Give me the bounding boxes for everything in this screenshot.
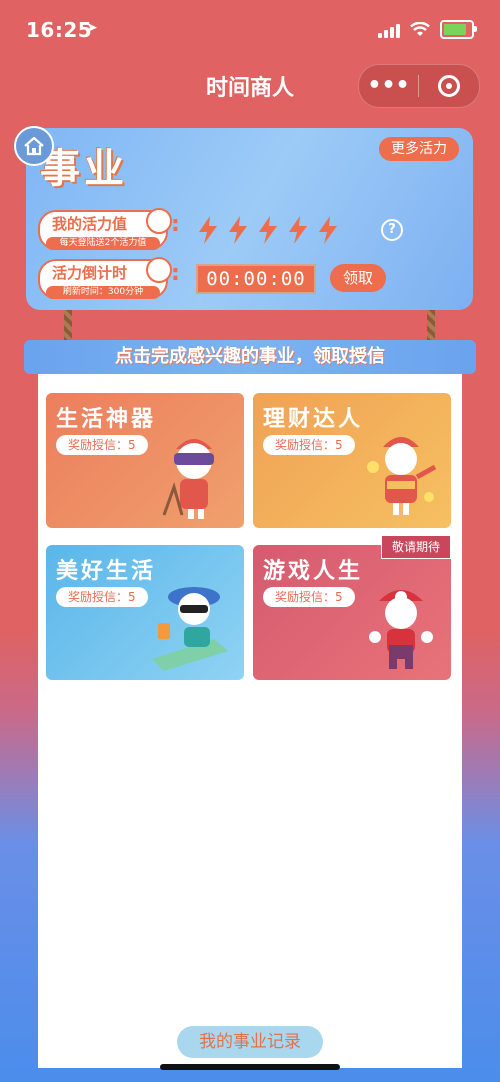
rope-decoration (427, 310, 435, 342)
lightning-icon (259, 216, 277, 244)
lightning-icon (229, 216, 247, 244)
cellular-signal-icon (378, 22, 400, 38)
countdown-colon: : (171, 261, 180, 286)
countdown-hint: 刷新时间：300分钟 (46, 286, 160, 299)
career-card-game-life[interactable]: 游戏人生 奖励授信：5 敬请期待 (253, 535, 451, 680)
help-icon[interactable]: ? (381, 219, 403, 241)
career-card-good-life[interactable]: 美好生活 奖励授信：5 (46, 545, 244, 680)
status-time: 16:25 (26, 18, 93, 42)
cloud-decoration (146, 257, 172, 283)
card-reward: 奖励授信：5 (263, 587, 355, 607)
wifi-icon (410, 22, 430, 36)
more-vitality-button[interactable]: 更多活力 (379, 137, 459, 161)
card-reward: 奖励授信：5 (56, 435, 148, 455)
status-icons (378, 20, 477, 39)
vitality-label-text: 我的活力值 (52, 215, 128, 233)
countdown-timer: 00:00:00 (196, 264, 316, 294)
card-reward: 奖励授信：5 (56, 587, 148, 607)
vitality-colon: : (171, 212, 180, 237)
status-bar: 16:25 ➤ (0, 0, 500, 60)
mascot-gamer-illustration (369, 590, 433, 669)
my-career-record-button[interactable]: 我的事业记录 (177, 1026, 323, 1058)
card-title: 美好生活 (56, 559, 157, 584)
career-banner: 点击完成感兴趣的事业，领取授信 (24, 340, 476, 374)
coming-soon-badge: 敬请期待 (380, 535, 451, 559)
miniapp-capsule: ••• (358, 64, 480, 108)
card-reward: 奖励授信：5 (263, 435, 355, 455)
career-card-life-tools[interactable]: 生活神器 奖励授信：5 (46, 393, 244, 528)
close-miniapp-button[interactable] (419, 75, 478, 97)
target-icon (437, 75, 460, 97)
cloud-decoration (146, 208, 172, 234)
mascot-finance-illustration (367, 437, 437, 515)
vitality-hint: 每天登陆送2个活力值 (46, 237, 160, 250)
countdown-label: 活力倒计时 刷新时间：300分钟 (38, 257, 172, 299)
vitality-label: 我的活力值 每天登陆送2个活力值 (38, 208, 172, 250)
more-menu-button[interactable]: ••• (359, 65, 418, 107)
location-arrow-icon: ➤ (86, 20, 98, 36)
career-panel: 生活神器 奖励授信：5 理财达人 奖励授信：5 美好生活 奖励授信：5 游戏人生… (38, 360, 462, 1068)
countdown-label-text: 活力倒计时 (52, 264, 128, 282)
mascot-vr-illustration (162, 439, 214, 519)
home-button[interactable] (14, 126, 54, 166)
home-indicator (160, 1064, 340, 1070)
career-board: 事业 更多活力 我的活力值 每天登陆送2个活力值 : ? 活力倒计时 刷新时间：… (26, 128, 473, 310)
lightning-icon (319, 216, 337, 244)
card-title: 生活神器 (56, 407, 157, 432)
card-title: 游戏人生 (263, 559, 364, 584)
vitality-bolts (196, 215, 340, 245)
career-card-finance-expert[interactable]: 理财达人 奖励授信：5 (253, 393, 451, 528)
claim-button[interactable]: 领取 (330, 264, 386, 292)
lightning-icon (199, 216, 217, 244)
home-icon (24, 136, 44, 156)
battery-icon (440, 20, 477, 39)
mascot-beach-illustration (152, 587, 228, 671)
card-title: 理财达人 (263, 407, 364, 432)
rope-decoration (64, 310, 72, 342)
lightning-icon (289, 216, 307, 244)
